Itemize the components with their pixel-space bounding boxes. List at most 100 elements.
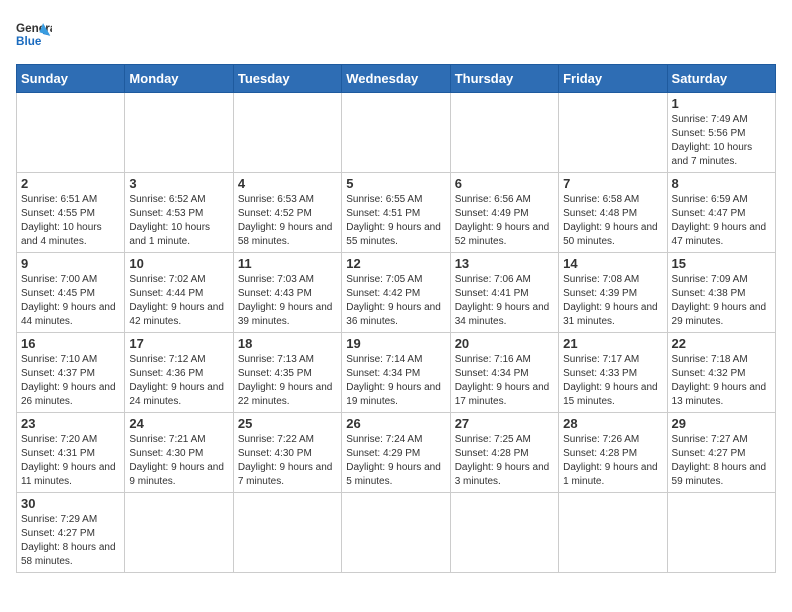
day-number: 1 [672, 96, 771, 111]
day-info: Sunrise: 7:09 AM Sunset: 4:38 PM Dayligh… [672, 273, 771, 329]
day-number: 14 [563, 256, 662, 271]
day-number: 19 [346, 336, 445, 351]
calendar-cell: 2Sunrise: 6:51 AM Sunset: 4:55 PM Daylig… [17, 173, 125, 253]
calendar-cell: 24Sunrise: 7:21 AM Sunset: 4:30 PM Dayli… [125, 413, 233, 493]
week-row-3: 9 Sunrise: 7:00 AM Sunset: 4:45 PM Daylig… [17, 253, 776, 333]
calendar-cell: 5Sunrise: 6:55 AM Sunset: 4:51 PM Daylig… [342, 173, 450, 253]
day-info: Sunrise: 7:26 AM Sunset: 4:28 PM Dayligh… [563, 433, 662, 489]
day-info: Sunrise: 7:10 AM Sunset: 4:37 PM Dayligh… [21, 353, 120, 409]
day-number: 6 [455, 176, 554, 191]
day-number: 30 [21, 496, 120, 511]
calendar-cell: 16 Sunrise: 7:10 AM Sunset: 4:37 PM Dayli… [17, 333, 125, 413]
day-info: Sunrise: 6:58 AM Sunset: 4:48 PM Dayligh… [563, 193, 662, 249]
day-info: Sunrise: 7:12 AM Sunset: 4:36 PM Dayligh… [129, 353, 228, 409]
weekday-header-friday: Friday [559, 65, 667, 93]
week-row-6: 30 Sunrise: 7:29 AM Sunset: 4:27 PM Dayli… [17, 493, 776, 573]
calendar-cell: 7Sunrise: 6:58 AM Sunset: 4:48 PM Daylig… [559, 173, 667, 253]
day-number: 8 [672, 176, 771, 191]
day-number: 15 [672, 256, 771, 271]
calendar-cell: 14 Sunrise: 7:08 AM Sunset: 4:39 PM Dayli… [559, 253, 667, 333]
calendar: SundayMondayTuesdayWednesdayThursdayFrid… [16, 64, 776, 573]
day-number: 29 [672, 416, 771, 431]
day-info: Sunrise: 7:13 AM Sunset: 4:35 PM Dayligh… [238, 353, 337, 409]
calendar-cell: 18 Sunrise: 7:13 AM Sunset: 4:35 PM Dayli… [233, 333, 341, 413]
day-info: Sunrise: 7:05 AM Sunset: 4:42 PM Dayligh… [346, 273, 445, 329]
day-number: 27 [455, 416, 554, 431]
day-number: 23 [21, 416, 120, 431]
weekday-header-saturday: Saturday [667, 65, 775, 93]
day-info: Sunrise: 7:08 AM Sunset: 4:39 PM Dayligh… [563, 273, 662, 329]
calendar-cell: 25 Sunrise: 7:22 AM Sunset: 4:30 PM Dayli… [233, 413, 341, 493]
day-number: 28 [563, 416, 662, 431]
day-info: Sunrise: 7:49 AM Sunset: 5:56 PM Dayligh… [672, 113, 771, 169]
day-info: Sunrise: 7:03 AM Sunset: 4:43 PM Dayligh… [238, 273, 337, 329]
calendar-cell [450, 493, 558, 573]
logo: General Blue [16, 16, 52, 52]
calendar-cell: 6 Sunrise: 6:56 AM Sunset: 4:49 PM Daylig… [450, 173, 558, 253]
calendar-cell: 28 Sunrise: 7:26 AM Sunset: 4:28 PM Dayli… [559, 413, 667, 493]
day-info: Sunrise: 6:55 AM Sunset: 4:51 PM Dayligh… [346, 193, 445, 249]
day-number: 21 [563, 336, 662, 351]
day-number: 9 [21, 256, 120, 271]
day-info: Sunrise: 7:27 AM Sunset: 4:27 PM Dayligh… [672, 433, 771, 489]
calendar-cell [559, 493, 667, 573]
calendar-cell [667, 493, 775, 573]
calendar-cell: 22Sunrise: 7:18 AM Sunset: 4:32 PM Dayli… [667, 333, 775, 413]
calendar-cell: 30 Sunrise: 7:29 AM Sunset: 4:27 PM Dayli… [17, 493, 125, 573]
calendar-cell [559, 93, 667, 173]
day-number: 26 [346, 416, 445, 431]
calendar-cell: 17 Sunrise: 7:12 AM Sunset: 4:36 PM Dayli… [125, 333, 233, 413]
calendar-cell: 8 Sunrise: 6:59 AM Sunset: 4:47 PM Daylig… [667, 173, 775, 253]
day-info: Sunrise: 7:25 AM Sunset: 4:28 PM Dayligh… [455, 433, 554, 489]
day-number: 24 [129, 416, 228, 431]
day-info: Sunrise: 7:14 AM Sunset: 4:34 PM Dayligh… [346, 353, 445, 409]
day-number: 13 [455, 256, 554, 271]
day-number: 18 [238, 336, 337, 351]
calendar-cell: 13 Sunrise: 7:06 AM Sunset: 4:41 PM Dayli… [450, 253, 558, 333]
weekday-header-thursday: Thursday [450, 65, 558, 93]
day-number: 2 [21, 176, 120, 191]
calendar-cell: 21Sunrise: 7:17 AM Sunset: 4:33 PM Dayli… [559, 333, 667, 413]
weekday-header-monday: Monday [125, 65, 233, 93]
day-info: Sunrise: 6:56 AM Sunset: 4:49 PM Dayligh… [455, 193, 554, 249]
day-info: Sunrise: 7:06 AM Sunset: 4:41 PM Dayligh… [455, 273, 554, 329]
day-number: 3 [129, 176, 228, 191]
calendar-cell: 19 Sunrise: 7:14 AM Sunset: 4:34 PM Dayli… [342, 333, 450, 413]
week-row-5: 23 Sunrise: 7:20 AM Sunset: 4:31 PM Dayli… [17, 413, 776, 493]
day-number: 11 [238, 256, 337, 271]
calendar-cell: 29 Sunrise: 7:27 AM Sunset: 4:27 PM Dayli… [667, 413, 775, 493]
calendar-cell [233, 93, 341, 173]
day-info: Sunrise: 6:59 AM Sunset: 4:47 PM Dayligh… [672, 193, 771, 249]
calendar-cell: 26Sunrise: 7:24 AM Sunset: 4:29 PM Dayli… [342, 413, 450, 493]
day-number: 17 [129, 336, 228, 351]
day-info: Sunrise: 7:16 AM Sunset: 4:34 PM Dayligh… [455, 353, 554, 409]
calendar-cell: 3Sunrise: 6:52 AM Sunset: 4:53 PM Daylig… [125, 173, 233, 253]
day-info: Sunrise: 7:22 AM Sunset: 4:30 PM Dayligh… [238, 433, 337, 489]
day-info: Sunrise: 7:02 AM Sunset: 4:44 PM Dayligh… [129, 273, 228, 329]
calendar-cell: 15 Sunrise: 7:09 AM Sunset: 4:38 PM Dayli… [667, 253, 775, 333]
header: General Blue [16, 16, 776, 52]
calendar-cell [450, 93, 558, 173]
week-row-2: 2Sunrise: 6:51 AM Sunset: 4:55 PM Daylig… [17, 173, 776, 253]
week-row-1: 1 Sunrise: 7:49 AM Sunset: 5:56 PM Daylig… [17, 93, 776, 173]
calendar-cell: 9 Sunrise: 7:00 AM Sunset: 4:45 PM Daylig… [17, 253, 125, 333]
day-number: 10 [129, 256, 228, 271]
weekday-header-tuesday: Tuesday [233, 65, 341, 93]
day-number: 12 [346, 256, 445, 271]
week-row-4: 16 Sunrise: 7:10 AM Sunset: 4:37 PM Dayli… [17, 333, 776, 413]
calendar-cell: 4Sunrise: 6:53 AM Sunset: 4:52 PM Daylig… [233, 173, 341, 253]
calendar-cell: 20Sunrise: 7:16 AM Sunset: 4:34 PM Dayli… [450, 333, 558, 413]
weekday-header-sunday: Sunday [17, 65, 125, 93]
calendar-cell: 10 Sunrise: 7:02 AM Sunset: 4:44 PM Dayli… [125, 253, 233, 333]
day-info: Sunrise: 7:20 AM Sunset: 4:31 PM Dayligh… [21, 433, 120, 489]
day-number: 16 [21, 336, 120, 351]
calendar-cell [125, 493, 233, 573]
day-info: Sunrise: 7:00 AM Sunset: 4:45 PM Dayligh… [21, 273, 120, 329]
logo-icon: General Blue [16, 16, 52, 52]
day-number: 4 [238, 176, 337, 191]
day-info: Sunrise: 7:29 AM Sunset: 4:27 PM Dayligh… [21, 513, 120, 569]
svg-text:Blue: Blue [16, 35, 42, 48]
weekday-header-wednesday: Wednesday [342, 65, 450, 93]
calendar-cell [342, 93, 450, 173]
day-number: 25 [238, 416, 337, 431]
